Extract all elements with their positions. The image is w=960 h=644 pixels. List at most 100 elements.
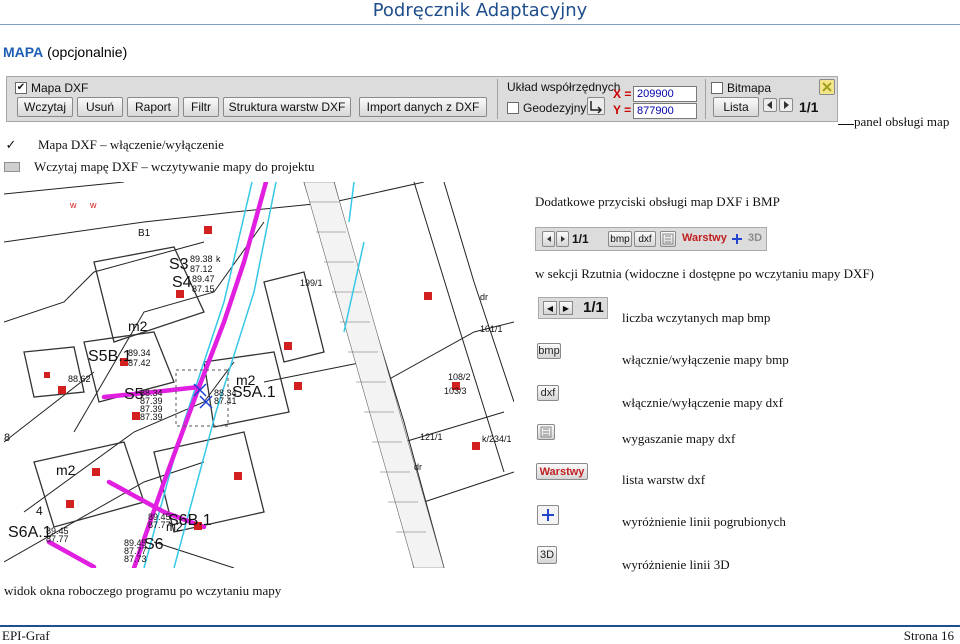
map-label-m2d: m2 xyxy=(166,520,183,534)
map-label-w2: w xyxy=(90,200,97,210)
x-label: X = xyxy=(613,87,632,101)
map-label-dr2: dr xyxy=(414,462,423,472)
map-label-v20: 88.62 xyxy=(68,374,91,384)
uklad-label: Układ współrzędnych xyxy=(507,80,621,94)
mini-next-icon[interactable] xyxy=(556,231,569,247)
map-label-p1033: 103/3 xyxy=(444,386,467,396)
mapa-dxf-toggle[interactable]: ✔ Mapa DXF xyxy=(15,81,88,95)
pager-prev-icon[interactable] xyxy=(763,98,777,112)
lista-button[interactable]: Lista xyxy=(713,97,759,117)
filtr-button[interactable]: Filtr xyxy=(183,97,219,117)
w-sekcji-text: w sekcji Rzutnia (widoczne i dostępne po… xyxy=(535,266,874,281)
map-label-s3: S3 xyxy=(169,256,189,273)
map-label-s5a1: S5A.1 xyxy=(232,384,276,401)
legend-text-6: wyróżnienie linii pogrubionych xyxy=(622,514,786,529)
legend-text-7: wyróżnienie linii 3D xyxy=(622,557,730,572)
x-coordinate-field[interactable]: 209900 xyxy=(633,86,697,102)
mini-bold-lines-icon[interactable] xyxy=(730,231,744,247)
checkmark-icon: ✓ xyxy=(5,137,17,153)
geodezyjny-label: Geodezyjny* xyxy=(523,101,592,115)
legend-text-3: włącznie/wyłączenie mapy dxf xyxy=(622,395,783,410)
import-danych-button[interactable]: Import danych z DXF xyxy=(359,97,487,117)
y-coordinate-field[interactable]: 877900 xyxy=(633,103,697,119)
dodatkowe-heading: Dodatkowe przyciski obsługi map DXF i BM… xyxy=(535,194,780,209)
map-label-w1: w xyxy=(70,200,77,210)
legend-bmp-icon: bmp xyxy=(537,343,561,359)
map-label-v10: 87.39 xyxy=(140,412,163,422)
footer-divider xyxy=(0,625,960,627)
map-label-v1: 89.38 xyxy=(190,254,213,264)
legend-dxf-icon: dxf xyxy=(537,385,559,401)
bullet-mapa-dxf: ✓ Mapa DXF – włączenie/wyłączenie xyxy=(5,137,224,153)
panel-annotation: panel obsługi map xyxy=(854,114,950,129)
mini-fade-icon[interactable] xyxy=(660,231,676,247)
legend-text-4: wygaszanie mapy dxf xyxy=(622,431,736,446)
bitmapa-checkbox[interactable] xyxy=(711,82,723,94)
mini-bmp-button[interactable]: bmp xyxy=(608,231,632,247)
mapa-dxf-checkbox[interactable]: ✔ xyxy=(15,82,27,94)
map-label-s6: S6 xyxy=(144,536,164,553)
map-label-m2c: m2 xyxy=(56,462,76,478)
legend-warstwy-icon: Warstwy xyxy=(536,463,588,480)
load-map-icon xyxy=(4,162,20,172)
pager-next-icon[interactable] xyxy=(779,98,793,112)
mini-dxf-button[interactable]: dxf xyxy=(634,231,656,247)
map-label-m2a: m2 xyxy=(128,318,148,334)
legend-fade-icon xyxy=(537,424,555,440)
map-label-v19: 87.73 xyxy=(124,554,147,564)
map-label-v6: 87.42 xyxy=(128,358,151,368)
map-label-p2341: k/234/1 xyxy=(482,434,512,444)
document-header-title: Podręcznik Adaptacyjny xyxy=(372,0,588,21)
footer-left: EPI-Graf xyxy=(2,628,50,643)
map-label-p1082: 108/2 xyxy=(448,372,471,382)
legend-prev-icon[interactable]: ◀ xyxy=(543,301,557,315)
section-title-strong: MAPA xyxy=(3,44,44,60)
bitmapa-toggle[interactable]: Bitmapa xyxy=(711,81,771,95)
panel-divider-1 xyxy=(497,79,498,119)
map-label-v5: 89.34 xyxy=(128,348,151,358)
panel-pager-text: 1/1 xyxy=(799,99,819,115)
close-icon[interactable] xyxy=(819,79,835,95)
map-label-dr1: dr xyxy=(480,292,489,302)
map-label-v3: 89.47 xyxy=(192,274,215,284)
usun-button[interactable]: Usuń xyxy=(77,97,123,117)
mini-warstwy-label[interactable]: Warstwy xyxy=(682,232,727,244)
map-label-s4: S4 xyxy=(172,274,192,291)
section-title: MAPA (opcjonalnie) xyxy=(3,44,127,60)
map-label-p1991: 199/1 xyxy=(300,278,323,288)
map-label-p1011: 101/1 xyxy=(480,324,503,334)
header-divider xyxy=(0,24,960,25)
mapa-dxf-label: Mapa DXF xyxy=(31,81,89,95)
map-label-v4: 87.15 xyxy=(192,284,215,294)
legend-text-2: włącznie/wyłączenie mapy bmp xyxy=(622,352,789,367)
legend-3d-icon: 3D xyxy=(537,546,557,564)
axis-swap-icon[interactable] xyxy=(587,97,605,115)
legend-text-5: lista warstw dxf xyxy=(622,472,706,487)
map-label-v2: 87.12 xyxy=(190,264,213,274)
rzutnia-mini-toolbar: 1/1 bmp dxf Warstwy 3D xyxy=(535,227,767,251)
map-label-b1: B1 xyxy=(138,228,151,239)
map-label-eight: 8 xyxy=(4,432,11,444)
map-caption: widok okna roboczego programu po wczytan… xyxy=(4,583,282,598)
wczytaj-button[interactable]: Wczytaj xyxy=(17,97,73,117)
bitmapa-label: Bitmapa xyxy=(727,81,772,95)
geodezyjny-toggle[interactable]: Geodezyjny* xyxy=(507,101,591,115)
struktura-warstw-button[interactable]: Struktura warstw DXF xyxy=(223,97,351,117)
map-label-v14: 87.77 xyxy=(46,534,69,544)
raport-button[interactable]: Raport xyxy=(127,97,179,117)
legend-bold-lines-icon xyxy=(537,505,559,525)
section-title-note: (opcjonalnie) xyxy=(47,44,128,60)
geodezyjny-checkbox[interactable] xyxy=(507,102,519,114)
map-work-window[interactable]: S3 89.38 87.12 S4 89.47 87.15 B1 199/1 m… xyxy=(4,182,514,568)
map-label-s5b1: S5B.1 xyxy=(88,348,132,365)
mini-pager: 1/1 xyxy=(572,232,589,246)
map-label-p1211: 121/1 xyxy=(420,432,443,442)
legend-text-1: liczba wczytanych map bmp xyxy=(622,310,771,325)
footer-page-number: Strona 16 xyxy=(903,628,954,643)
map-control-panel: ✔ Mapa DXF Wczytaj Usuń Raport Filtr Str… xyxy=(6,76,838,122)
panel-divider-2 xyxy=(705,79,706,119)
mini-3d-label[interactable]: 3D xyxy=(748,232,762,244)
mini-prev-icon[interactable] xyxy=(542,231,555,247)
legend-pager: ◀ ▶ 1/1 xyxy=(538,297,608,319)
legend-next-icon[interactable]: ▶ xyxy=(559,301,573,315)
